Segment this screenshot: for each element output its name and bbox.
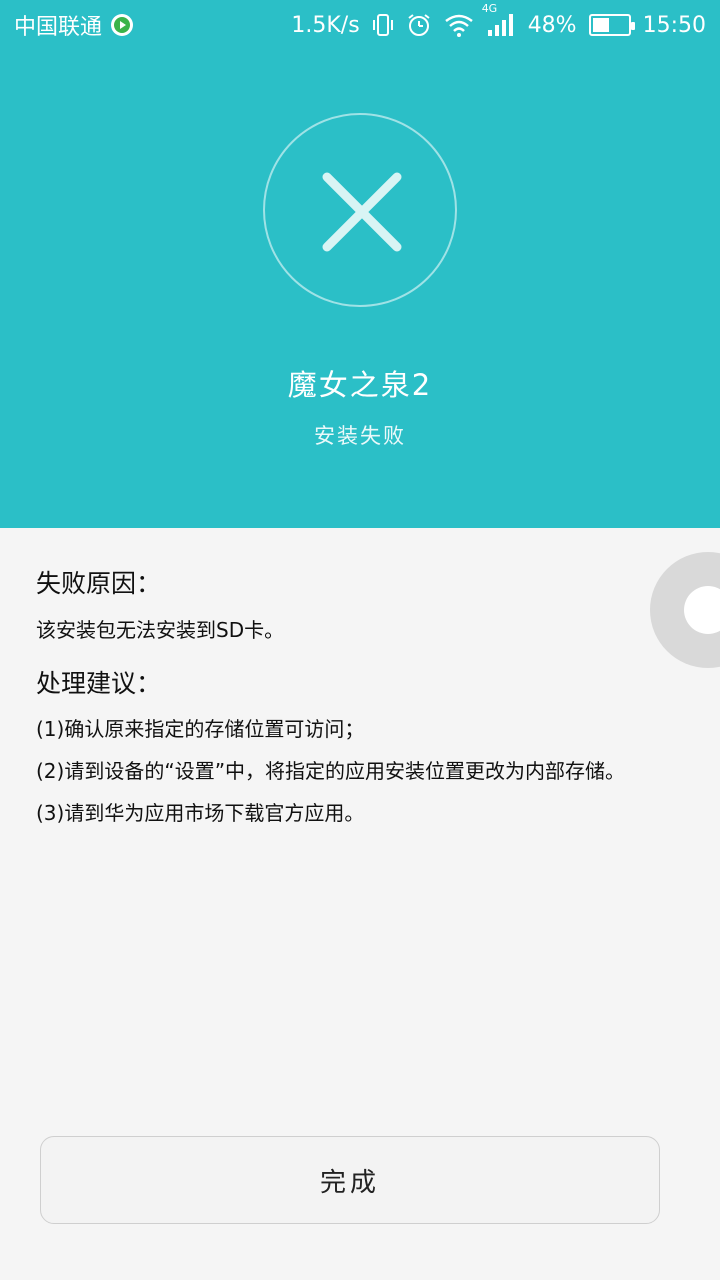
failure-details: 失败原因： 该安装包无法安装到SD卡。 处理建议： (1)确认原来指定的存储位置… xyxy=(36,566,676,834)
alarm-icon xyxy=(406,12,432,38)
net-speed: 1.5K/s xyxy=(291,12,360,38)
suggestions-title: 处理建议： xyxy=(36,669,162,698)
network-type: 4G xyxy=(481,2,498,15)
result-header: 中国联通 1.5K/s 4G 48% 15:50 魔女之泉2 安装失败 xyxy=(0,0,720,528)
wifi-icon xyxy=(444,13,474,37)
install-result-screen: 中国联通 1.5K/s 4G 48% 15:50 魔女之泉2 安装失败 失败原因… xyxy=(0,0,720,1280)
install-status-text: 安装失败 xyxy=(314,424,406,448)
app-name: 魔女之泉2 xyxy=(287,368,433,402)
battery-level-fill xyxy=(592,18,609,32)
battery-icon xyxy=(588,14,635,36)
install-failed-badge xyxy=(263,113,457,307)
suggestion-item: (1)确认原来指定的存储位置可访问； xyxy=(36,717,365,741)
status-bar: 中国联通 1.5K/s 4G 48% 15:50 xyxy=(0,0,720,50)
close-x-icon xyxy=(322,172,402,252)
floating-button-center xyxy=(684,586,720,634)
battery-percent: 48% xyxy=(527,12,577,38)
clock: 15:50 xyxy=(642,12,706,38)
suggestion-item: (2)请到设备的“设置”中，将指定的应用安装位置更改为内部存储。 xyxy=(36,759,626,783)
suggestions-list: (1)确认原来指定的存储位置可访问； (2)请到设备的“设置”中，将指定的应用安… xyxy=(36,708,676,834)
done-button[interactable]: 完成 xyxy=(40,1136,660,1224)
failure-reason-title: 失败原因： xyxy=(36,569,162,598)
suggestion-item: (3)请到华为应用市场下载官方应用。 xyxy=(36,801,365,825)
vibrate-icon xyxy=(372,12,394,38)
carrier-name: 中国联通 xyxy=(14,15,103,40)
cellular-signal-icon: 4G xyxy=(482,2,516,38)
failure-reason-text: 该安装包无法安装到SD卡。 xyxy=(36,618,285,642)
video-app-icon xyxy=(110,13,134,37)
